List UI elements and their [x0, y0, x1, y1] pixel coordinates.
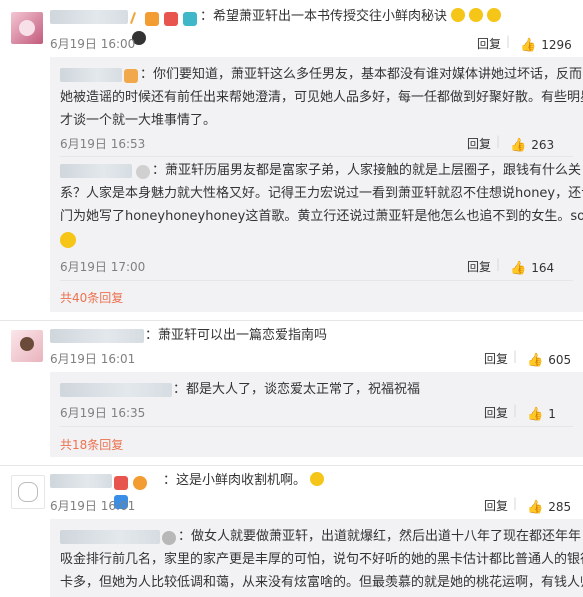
username[interactable]: [60, 68, 122, 82]
timestamp: 6月19日 16:01: [50, 499, 136, 513]
comment-text: 这是小鲜肉收割机啊。: [176, 473, 307, 488]
separator: ：: [200, 9, 214, 24]
camera-badge-icon: [183, 12, 198, 26]
reply-text: 门为她写了honeyhoneyhoney这首歌。黄立行还说过萧亚轩是他怎么也追不…: [60, 209, 583, 224]
reply-text: 才谈一个就一大堆事情了。: [60, 113, 217, 128]
divider: |: [496, 134, 501, 148]
like-button[interactable]: 👍 285: [527, 496, 571, 515]
thumbs-up-icon: 👍: [527, 407, 544, 422]
like-count: 263: [531, 138, 555, 152]
face-emoji-icon: [469, 8, 484, 22]
medal-badge-icon: [136, 165, 150, 179]
avatar[interactable]: [11, 475, 45, 509]
username[interactable]: [60, 530, 160, 544]
thumbs-up-icon: 👍: [520, 38, 537, 53]
divider: [0, 465, 583, 466]
username[interactable]: [50, 474, 112, 488]
username[interactable]: [60, 164, 132, 178]
like-count: 1: [548, 407, 556, 421]
timestamp: 6月19日 16:53: [60, 137, 146, 151]
user-badges: [114, 473, 160, 509]
reply-text: 系？人家是本身魅力就大性格又好。记得王力宏说过一看到萧亚轩就忍不住想说honey…: [60, 186, 583, 201]
separator: ：: [173, 382, 187, 397]
separator: ：: [178, 529, 192, 544]
username[interactable]: [60, 383, 172, 397]
like-button[interactable]: 👍 1296: [520, 34, 572, 53]
thumbs-up-icon: 👍: [510, 261, 527, 276]
divider: |: [506, 34, 511, 48]
like-count: 285: [548, 500, 572, 514]
timestamp: 6月19日 17:00: [60, 260, 146, 274]
reply-button[interactable]: 回复: [467, 258, 491, 275]
divider: [0, 320, 583, 321]
timestamp: 6月19日 16:35: [60, 406, 146, 420]
username[interactable]: [50, 329, 144, 343]
username[interactable]: [50, 10, 128, 24]
reply-text: 萧亚轩历届男友都是富家子弟，人家接触的就是上层圈子，跟钱有什么关: [165, 163, 582, 178]
like-button[interactable]: 👍 263: [510, 134, 554, 153]
avatar[interactable]: [11, 330, 43, 362]
like-button[interactable]: 👍 605: [527, 349, 571, 368]
avatar[interactable]: [11, 12, 43, 44]
timestamp: 6月19日 16:01: [50, 352, 136, 366]
divider: [60, 426, 573, 427]
divider: |: [513, 403, 518, 417]
reply-text: 吸金排行前几名，家里的家产更是丰厚的可怕，说句不好听的她的黑卡估计都比普通人的银…: [60, 552, 583, 567]
reply-button[interactable]: 回复: [484, 404, 508, 421]
pen-icon: [130, 12, 136, 24]
thumbs-up-icon: 👍: [527, 353, 544, 368]
face-emoji-icon: [487, 8, 502, 22]
medal-badge-icon: [162, 531, 176, 545]
divider: [60, 156, 573, 157]
more-replies-link[interactable]: 共18条回复: [60, 436, 123, 453]
thumbs-up-icon: 👍: [510, 138, 527, 153]
reply-text: 她被造谣的时候还有前任出来帮她澄清，可见她人品多好，每一任都做到好聚好散。有些明…: [60, 90, 583, 105]
face-emoji-icon: [60, 232, 76, 248]
vip-badge-icon: [145, 12, 160, 26]
more-replies-link[interactable]: 共40条回复: [60, 289, 123, 306]
medal-badge-icon: [124, 69, 138, 83]
thumbs-up-icon: 👍: [527, 500, 544, 515]
reply-text: 都是大人了，谈恋爱太正常了，祝福祝福: [186, 382, 421, 397]
reply-text: 卡多，但她为人比较低调和蔼，从来没有炫富啥的。但最羡慕的就是她的桃花运啊，有钱人…: [60, 575, 583, 590]
separator: ：: [140, 67, 154, 82]
reply-text: 做女人就要做萧亚轩，出道就爆红，然后出道十八年了现在都还年年: [191, 529, 582, 544]
like-count: 605: [548, 353, 572, 367]
divider: |: [513, 349, 518, 363]
heart-badge-icon: [164, 12, 179, 26]
separator: ：: [145, 328, 159, 343]
like-count: 164: [531, 261, 555, 275]
separator: ：: [152, 163, 166, 178]
reply-button[interactable]: 回复: [467, 135, 491, 152]
reply-text: 你们要知道，萧亚轩这么多任男友，基本都没有谁对媒体讲她过坏话，反而: [153, 67, 583, 82]
separator: ：: [163, 473, 177, 488]
divider: |: [513, 496, 518, 510]
divider: [60, 280, 573, 281]
comment-text: 萧亚轩可以出一篇恋爱指南吗: [158, 328, 328, 343]
like-button[interactable]: 👍 1: [527, 403, 556, 422]
like-count: 1296: [541, 38, 572, 52]
face-emoji-icon: [451, 8, 466, 22]
reply-button[interactable]: 回复: [477, 35, 501, 52]
comment-text: 希望萧亚轩出一本书传授交往小鲜肉秘诀: [213, 9, 448, 24]
timestamp: 6月19日 16:00: [50, 37, 136, 51]
vip-badge-icon: [114, 476, 128, 490]
divider: |: [496, 257, 501, 271]
reply-button[interactable]: 回复: [484, 497, 508, 514]
medal-badge-icon: [133, 476, 148, 490]
reply-button[interactable]: 回复: [484, 350, 508, 367]
face-emoji-icon: [310, 472, 325, 486]
like-button[interactable]: 👍 164: [510, 257, 554, 276]
